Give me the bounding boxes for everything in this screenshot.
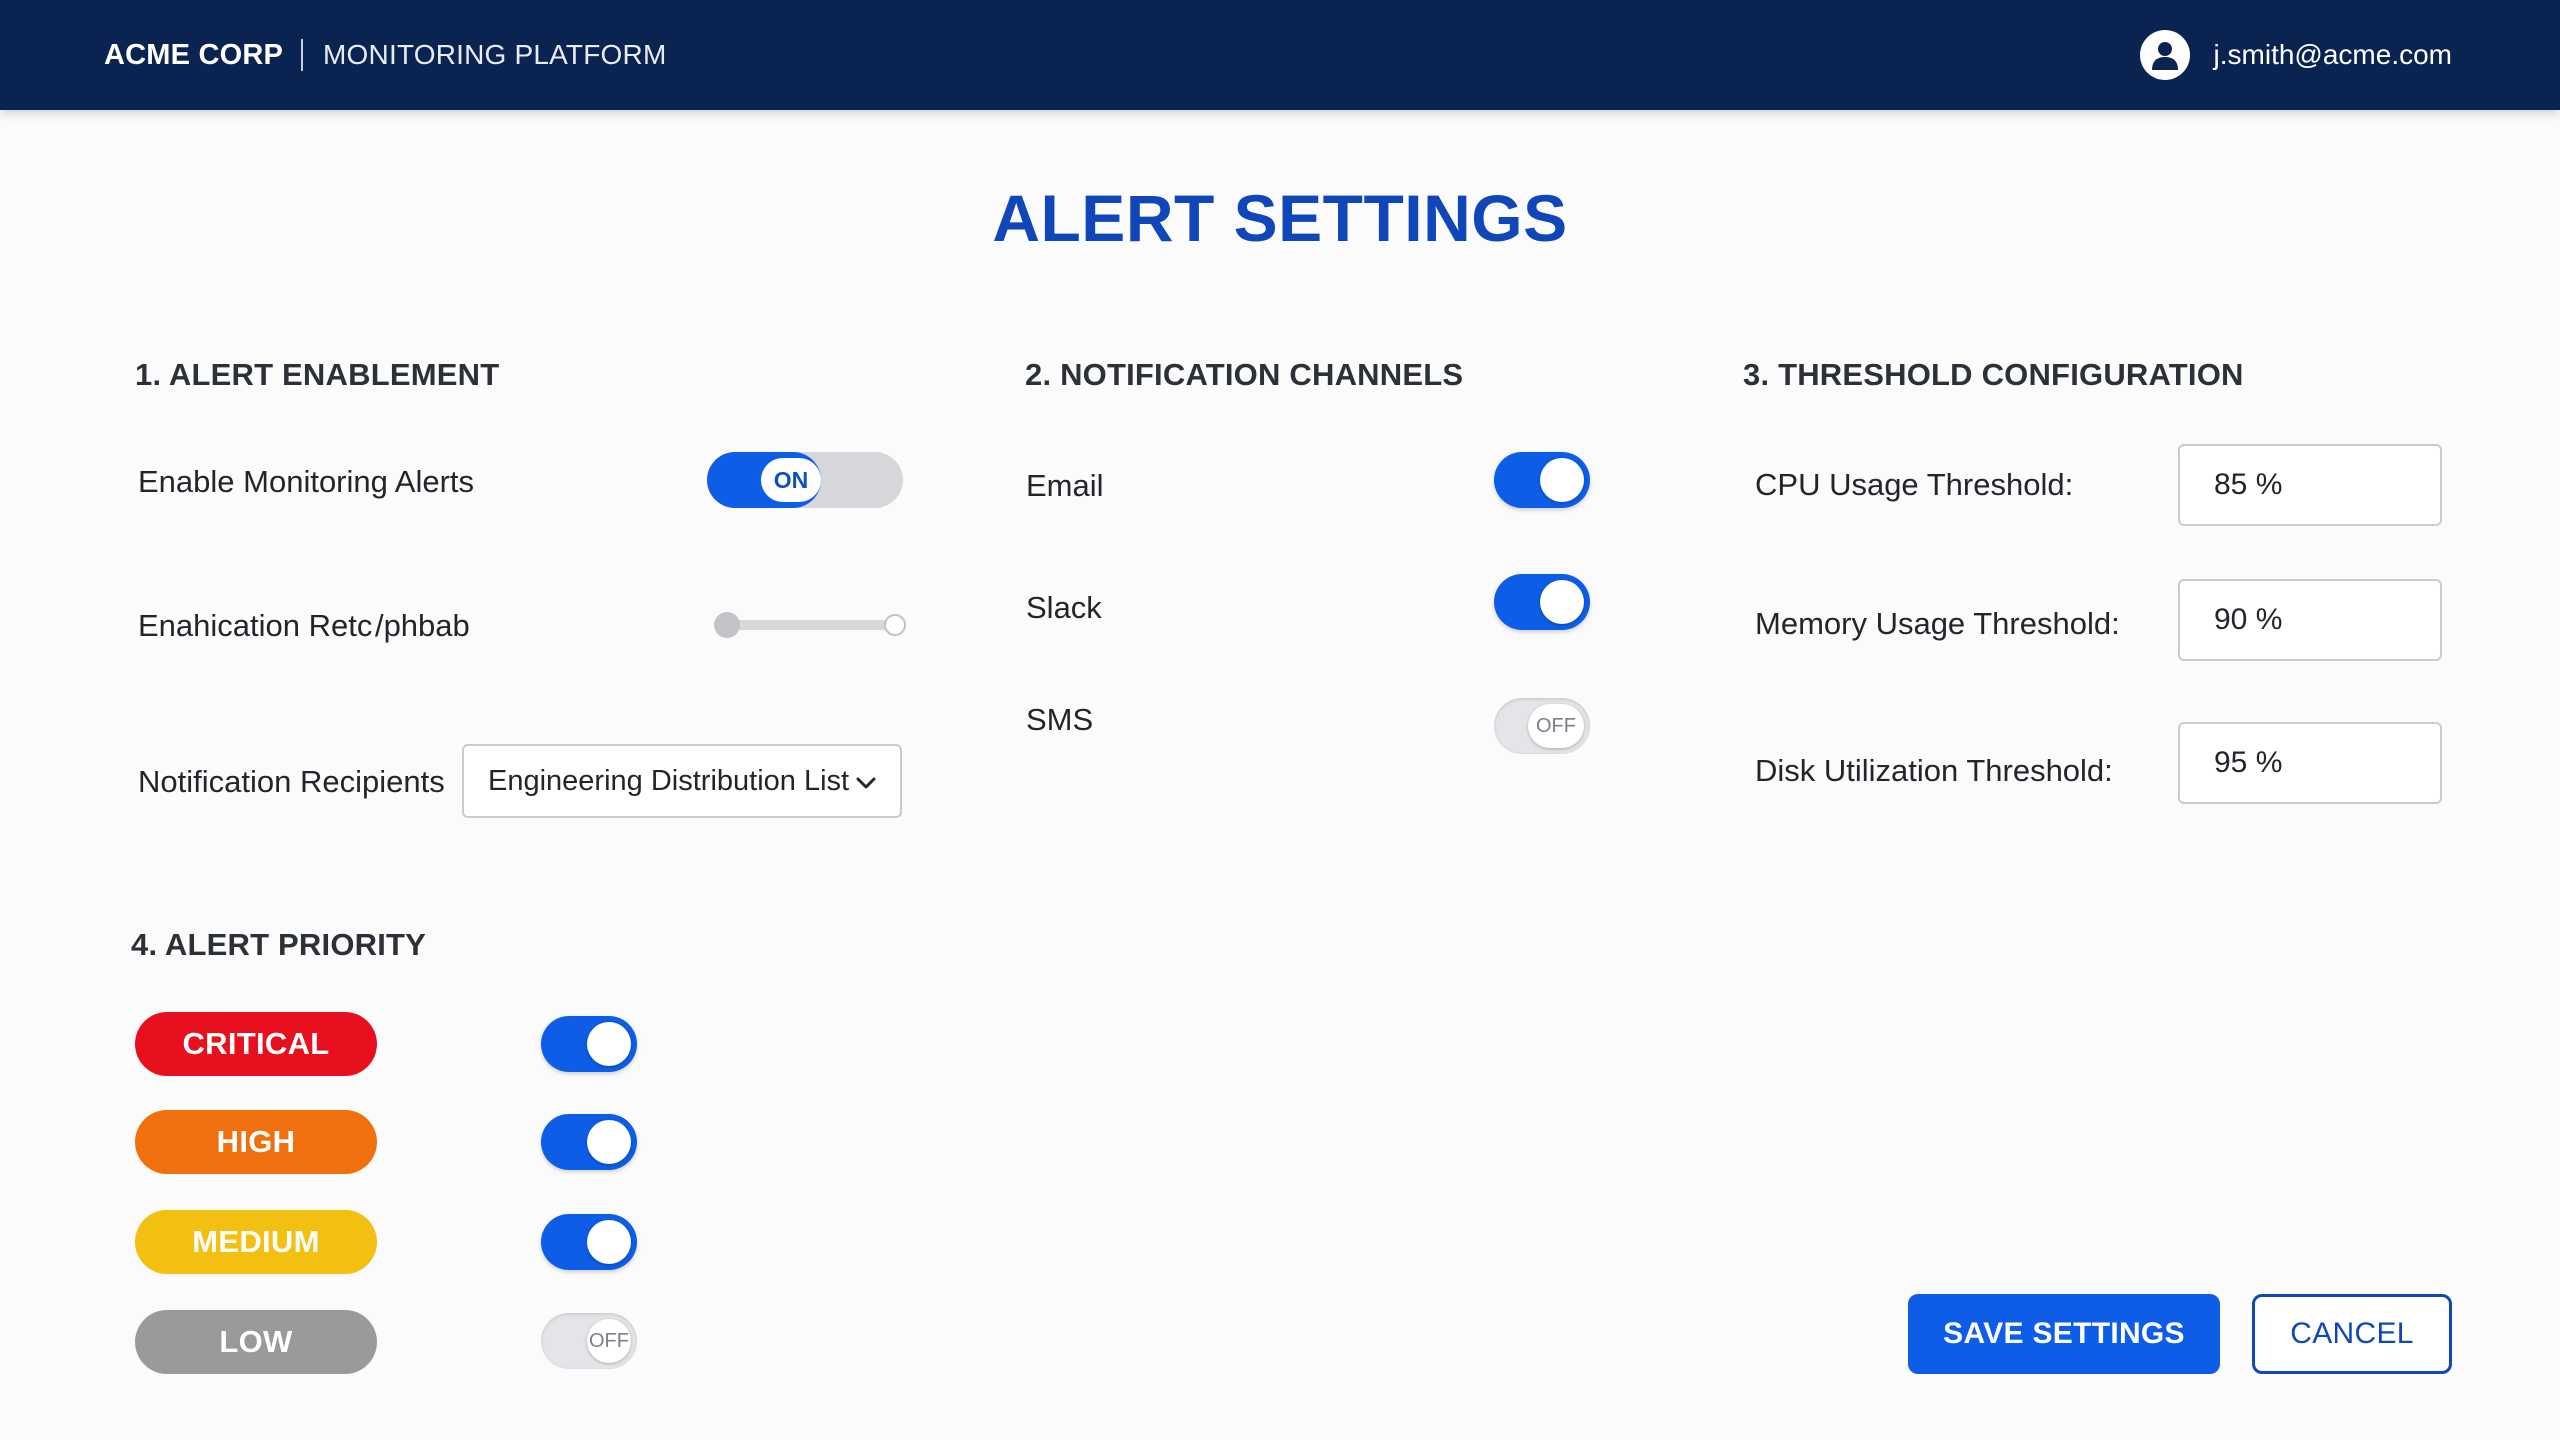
product-name: MONITORING PLATFORM — [323, 39, 667, 70]
slider-label: Enahication Retc /phbab — [138, 608, 470, 643]
toggle-on-label: ON — [761, 458, 821, 502]
recipients-label: Notification Recipients — [138, 764, 445, 799]
slider-track — [714, 620, 900, 630]
brand[interactable]: ACME CORP MONITORING PLATFORM — [104, 0, 666, 110]
toggle-off-label: OFF — [587, 1319, 631, 1363]
section-title-notification-channels: 2. NOTIFICATION CHANNELS — [1025, 357, 1464, 392]
toggle-knob — [1540, 580, 1584, 624]
disk-threshold-input[interactable]: 95 % — [2178, 722, 2442, 804]
cpu-threshold-label: CPU Usage Threshold: — [1755, 467, 2074, 502]
cancel-button[interactable]: CANCEL — [2252, 1294, 2452, 1374]
chevron-down-icon — [854, 770, 878, 803]
recipients-dropdown[interactable]: Engineering Distribution List — [462, 744, 902, 818]
channel-email-label: Email — [1026, 468, 1104, 503]
slider-end-marker — [884, 614, 906, 636]
toggle-knob — [587, 1220, 631, 1264]
toggle-knob — [587, 1120, 631, 1164]
priority-high-badge: HIGH — [135, 1110, 377, 1174]
user-avatar-icon[interactable] — [2139, 30, 2190, 80]
toggle-off-label: OFF — [1528, 704, 1584, 748]
user-email: j.smith@acme.com — [2213, 39, 2452, 70]
slider-thumb[interactable] — [714, 612, 740, 638]
toggle-knob — [1540, 458, 1584, 502]
page-title: ALERT SETTINGS — [992, 181, 1568, 255]
channel-sms-toggle[interactable]: OFF — [1494, 698, 1590, 754]
recipients-selected-value: Engineering Distribution List — [488, 764, 850, 797]
cpu-threshold-input[interactable]: 85 % — [2178, 444, 2442, 526]
channel-sms-label: SMS — [1026, 702, 1094, 737]
channel-slack-label: Slack — [1026, 590, 1102, 625]
priority-low-badge: LOW — [135, 1310, 377, 1374]
section-title-alert-priority: 4. ALERT PRIORITY — [131, 927, 427, 962]
brand-divider — [301, 39, 304, 71]
channel-slack-toggle[interactable] — [1494, 574, 1590, 630]
channel-email-toggle[interactable] — [1494, 452, 1590, 508]
user-menu[interactable]: j.smith@acme.com — [2139, 0, 2452, 110]
priority-medium-toggle[interactable] — [541, 1214, 637, 1270]
notification-slider[interactable] — [714, 612, 906, 638]
top-bar: ACME CORP MONITORING PLATFORM j.smith@ac… — [0, 0, 2560, 110]
save-settings-button[interactable]: SAVE SETTINGS — [1908, 1294, 2220, 1374]
section-title-alert-enablement: 1. ALERT ENABLEMENT — [135, 357, 500, 392]
enable-alerts-label: Enable Monitoring Alerts — [138, 464, 475, 499]
disk-threshold-label: Disk Utilization Threshold: — [1755, 753, 2113, 788]
enable-alerts-toggle[interactable]: ON — [707, 452, 903, 508]
priority-critical-toggle[interactable] — [541, 1016, 637, 1072]
section-title-threshold-configuration: 3. THRESHOLD CONFIGURATION — [1743, 357, 2244, 392]
priority-medium-badge: MEDIUM — [135, 1210, 377, 1274]
memory-threshold-label: Memory Usage Threshold: — [1755, 606, 2120, 641]
brand-name: ACME CORP — [104, 38, 284, 71]
toggle-knob — [587, 1022, 631, 1066]
priority-high-toggle[interactable] — [541, 1114, 637, 1170]
memory-threshold-input[interactable]: 90 % — [2178, 579, 2442, 661]
priority-low-toggle[interactable]: OFF — [541, 1313, 637, 1369]
priority-critical-badge: CRITICAL — [135, 1012, 377, 1076]
